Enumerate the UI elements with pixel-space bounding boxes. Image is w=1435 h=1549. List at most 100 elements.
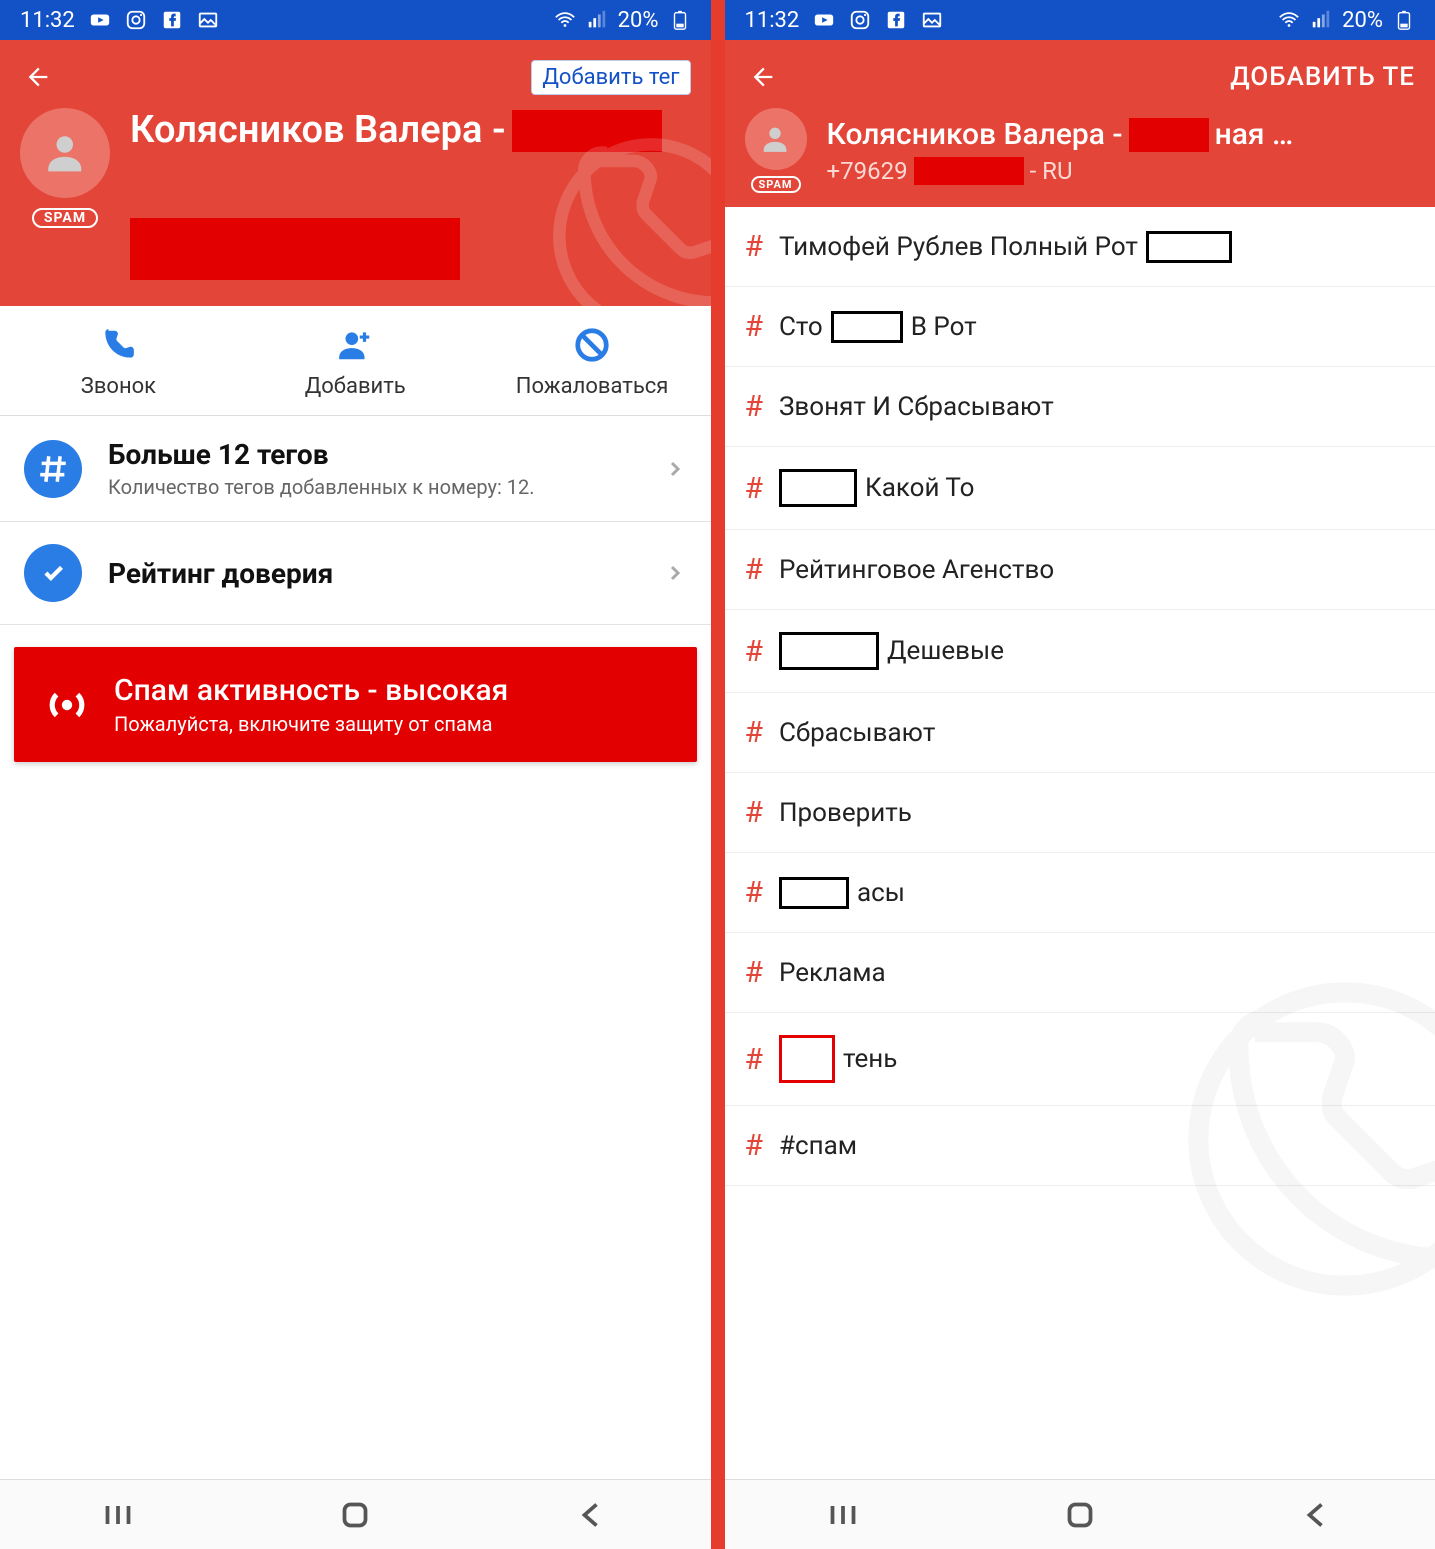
recents-nav-icon[interactable] — [825, 1497, 861, 1533]
back-button[interactable] — [745, 59, 781, 95]
signal-icon — [1310, 9, 1332, 31]
tag-row[interactable]: # Сбрасывают — [725, 693, 1435, 773]
facebook-icon — [161, 9, 183, 31]
chevron-right-icon — [663, 561, 687, 585]
tag-text: Дешевые — [779, 632, 1004, 670]
contact-name: Колясников Валера - ная … — [827, 117, 1416, 153]
tags-count-row[interactable]: Больше 12 тегов Количество тегов добавле… — [0, 416, 711, 522]
phone-icon — [97, 324, 139, 366]
call-label: Звонок — [81, 374, 156, 399]
wifi-icon — [554, 9, 576, 31]
banner-subtitle: Пожалуйста, включите защиту от спама — [114, 712, 508, 736]
redacted-block — [130, 218, 460, 280]
back-nav-icon[interactable] — [574, 1497, 610, 1533]
tag-row[interactable]: # Проверить — [725, 773, 1435, 853]
tag-text: Какой То — [779, 469, 975, 507]
home-nav-icon[interactable] — [1062, 1497, 1098, 1533]
tag-text: Реклама — [779, 958, 886, 988]
status-time: 11:32 — [20, 8, 75, 33]
trust-rating-row[interactable]: Рейтинг доверия — [0, 522, 711, 625]
gallery-icon — [921, 9, 943, 31]
tag-row[interactable]: # Дешевые — [725, 610, 1435, 693]
tag-text: Рейтинговое Агенство — [779, 555, 1054, 585]
redacted-phone-part — [914, 157, 1024, 185]
broadcast-icon — [42, 680, 92, 730]
hash-icon: # — [745, 715, 763, 750]
recents-nav-icon[interactable] — [100, 1497, 136, 1533]
tag-row[interactable]: # Звонят И Сбрасывают — [725, 367, 1435, 447]
facebook-icon — [885, 9, 907, 31]
tag-text: Сбрасывают — [779, 718, 935, 748]
report-label: Пожаловаться — [516, 374, 669, 399]
tag-text: Проверить — [779, 798, 912, 828]
hash-icon: # — [745, 634, 763, 669]
spam-banner[interactable]: Спам активность - высокая Пожалуйста, вк… — [14, 647, 697, 762]
hash-icon: # — [745, 875, 763, 910]
instagram-icon — [125, 9, 147, 31]
tag-text: асы — [779, 877, 905, 909]
hash-icon: # — [745, 552, 763, 587]
add-tag-button[interactable]: ДОБАВИТЬ ТЕ — [1230, 62, 1415, 92]
spam-badge: SPAM — [751, 176, 801, 193]
tag-row[interactable]: # СтоВ Рот — [725, 287, 1435, 367]
battery-icon — [1393, 9, 1415, 31]
watermark-phone-icon — [1185, 979, 1435, 1299]
call-action[interactable]: Звонок — [0, 306, 237, 415]
hash-icon: # — [745, 309, 763, 344]
hash-icon: # — [745, 471, 763, 506]
status-time: 11:32 — [745, 8, 800, 33]
hash-icon: # — [745, 389, 763, 424]
system-nav-bar — [0, 1479, 711, 1549]
add-action[interactable]: Добавить — [237, 306, 474, 415]
hash-icon: # — [745, 955, 763, 990]
status-bar: 11:32 20% — [725, 0, 1435, 40]
system-nav-bar — [725, 1479, 1435, 1549]
tags-title: Больше 12 тегов — [108, 438, 637, 471]
wifi-icon — [1278, 9, 1300, 31]
phone-left: 11:32 20% Добавить тег SPAM Коляс — [0, 0, 711, 1549]
redacted-box — [1146, 231, 1232, 263]
redacted-box — [779, 1035, 835, 1083]
status-bar: 11:32 20% — [0, 0, 711, 40]
hash-icon — [24, 440, 82, 498]
tag-text: Тимофей Рублев Полный Рот — [779, 231, 1232, 263]
tag-row[interactable]: # Рейтинговое Агенство — [725, 530, 1435, 610]
home-nav-icon[interactable] — [337, 1497, 373, 1533]
profile-header: Добавить тег SPAM Колясников Валера - — [0, 40, 711, 306]
youtube-icon — [89, 9, 111, 31]
banner-title: Спам активность - высокая — [114, 673, 508, 708]
tag-list[interactable]: # Тимофей Рублев Полный Рот # СтоВ Рот # Звон… — [725, 207, 1435, 1479]
avatar — [20, 108, 110, 198]
phone-right: 11:32 20% ДОБАВИТЬ ТЕ SPAM Колясников — [725, 0, 1435, 1549]
chevron-right-icon — [663, 457, 687, 481]
tag-text: #спам — [779, 1131, 857, 1161]
tag-row[interactable]: # Какой То — [725, 447, 1435, 530]
avatar — [745, 108, 807, 170]
contact-phone: +79629 - RU — [827, 157, 1416, 185]
spam-badge: SPAM — [32, 208, 98, 228]
signal-icon — [586, 9, 608, 31]
tag-row[interactable]: # асы — [725, 853, 1435, 933]
tags-subtitle: Количество тегов добавленных к номеру: 1… — [108, 475, 637, 499]
youtube-icon — [813, 9, 835, 31]
tag-text: тень — [779, 1035, 897, 1083]
add-tag-button[interactable]: Добавить тег — [531, 60, 690, 95]
hash-icon: # — [745, 229, 763, 264]
tag-row[interactable]: # Тимофей Рублев Полный Рот — [725, 207, 1435, 287]
redacted-box — [779, 469, 857, 507]
redacted-box — [831, 311, 903, 343]
tag-text: СтоВ Рот — [779, 311, 977, 343]
header-bg-phone-icon — [551, 136, 711, 336]
hash-icon: # — [745, 1042, 763, 1077]
hash-icon: # — [745, 795, 763, 830]
gallery-icon — [197, 9, 219, 31]
back-button[interactable] — [20, 59, 56, 95]
redacted-name-part — [1129, 118, 1209, 152]
instagram-icon — [849, 9, 871, 31]
back-nav-icon[interactable] — [1299, 1497, 1335, 1533]
redacted-box — [779, 877, 849, 909]
add-contact-icon — [334, 324, 376, 366]
tag-text: Звонят И Сбрасывают — [779, 392, 1054, 422]
redacted-box — [779, 632, 879, 670]
trust-title: Рейтинг доверия — [108, 557, 637, 590]
